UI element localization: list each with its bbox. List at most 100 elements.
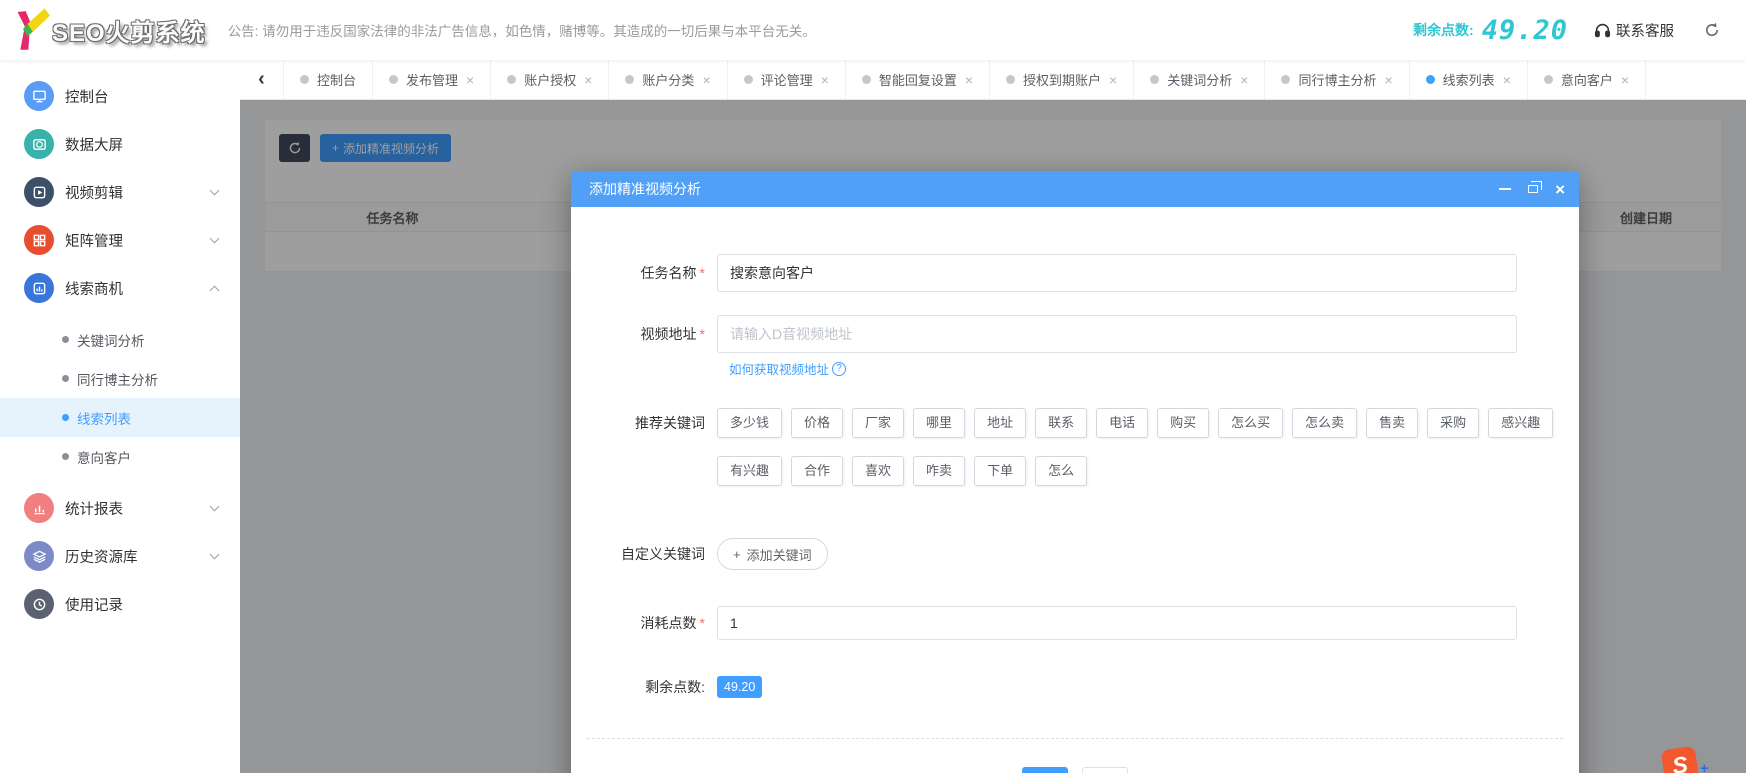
- minimize-icon[interactable]: [1499, 188, 1511, 190]
- chevron-down-icon: [210, 501, 220, 511]
- tab-dot-icon: [862, 75, 871, 84]
- tab-close-icon[interactable]: ×: [965, 73, 973, 87]
- tab-dot-icon: [1426, 75, 1435, 84]
- task-name-input[interactable]: [717, 254, 1517, 292]
- sidebar-item-statistics-report[interactable]: 统计报表: [0, 484, 240, 532]
- keyword-chip[interactable]: 有兴趣: [717, 456, 782, 486]
- how-to-get-video-url-link[interactable]: 如何获取视频地址 ?: [729, 359, 1579, 378]
- tab-label: 智能回复设置: [879, 70, 957, 89]
- sidebar-subitem-peer-blogger-analysis[interactable]: 同行博主分析: [0, 359, 240, 398]
- consume-points-label: 消耗点数*: [571, 613, 717, 633]
- sidebar-subitem-keyword-analysis[interactable]: 关键词分析: [0, 320, 240, 359]
- report-icon: [24, 493, 54, 523]
- refresh-icon: [1704, 22, 1720, 38]
- keyword-chip[interactable]: 厂家: [852, 408, 904, 438]
- tab-keyword-analysis[interactable]: 关键词分析 ×: [1134, 60, 1265, 99]
- sidebar-subitem-clue-list[interactable]: 线索列表: [0, 398, 240, 437]
- tab-close-icon[interactable]: ×: [1240, 73, 1248, 87]
- tab-intent-customers[interactable]: 意向客户 ×: [1528, 60, 1646, 99]
- keyword-chip[interactable]: 怎么买: [1218, 408, 1283, 438]
- tab-smart-reply-settings[interactable]: 智能回复设置 ×: [846, 60, 990, 99]
- confirm-button[interactable]: [1022, 767, 1068, 773]
- keyword-chip[interactable]: 多少钱: [717, 408, 782, 438]
- tab-close-icon[interactable]: ×: [1109, 73, 1117, 87]
- keyword-chip[interactable]: 下单: [974, 456, 1026, 486]
- bullet-icon: [62, 375, 69, 382]
- tab-close-icon[interactable]: ×: [1384, 73, 1392, 87]
- sidebar-item-label: 控制台: [65, 86, 218, 107]
- tabs-scroll-left-button[interactable]: ‹: [240, 60, 284, 99]
- tab-clue-list[interactable]: 线索列表 ×: [1410, 60, 1528, 99]
- sidebar-subitem-intent-customers[interactable]: 意向客户: [0, 437, 240, 476]
- close-icon[interactable]: ×: [1555, 181, 1565, 198]
- keyword-chip[interactable]: 电话: [1096, 408, 1148, 438]
- sidebar-item-video-editing[interactable]: 视频剪辑: [0, 168, 240, 216]
- sidebar-subitem-label: 线索列表: [77, 408, 131, 428]
- tab-publish-management[interactable]: 发布管理 ×: [373, 60, 491, 99]
- remaining-points-row: 剩余点数: 49.20: [571, 676, 1579, 698]
- contact-support-button[interactable]: 联系客服: [1594, 20, 1674, 41]
- tab-authorization-expired-accounts[interactable]: 授权到期账户 ×: [990, 60, 1134, 99]
- sidebar-item-clue-business[interactable]: 线索商机: [0, 264, 240, 312]
- keyword-chip[interactable]: 合作: [791, 456, 843, 486]
- tab-close-icon[interactable]: ×: [466, 73, 474, 87]
- floating-widget[interactable]: S +: [1663, 748, 1709, 773]
- sidebar-item-data-screen[interactable]: 数据大屏: [0, 120, 240, 168]
- tab-label: 关键词分析: [1167, 70, 1232, 89]
- app-title: SEO火剪系统: [52, 13, 206, 48]
- tab-close-icon[interactable]: ×: [1621, 73, 1629, 87]
- screenshot-tool-icon[interactable]: S: [1661, 746, 1699, 773]
- tab-account-authorization[interactable]: 账户授权 ×: [491, 60, 609, 99]
- keyword-chip[interactable]: 购买: [1157, 408, 1209, 438]
- keyword-chip[interactable]: 采购: [1427, 408, 1479, 438]
- keyword-chip[interactable]: 地址: [974, 408, 1026, 438]
- keyword-chip[interactable]: 咋卖: [913, 456, 965, 486]
- tab-close-icon[interactable]: ×: [584, 73, 592, 87]
- help-link-label: 如何获取视频地址: [729, 359, 829, 378]
- keyword-chip[interactable]: 感兴趣: [1488, 408, 1553, 438]
- question-mark-icon: ?: [832, 362, 846, 376]
- maximize-icon[interactable]: [1528, 185, 1538, 193]
- remaining-points-badge: 49.20: [717, 676, 762, 698]
- sidebar-item-label: 矩阵管理: [65, 230, 211, 251]
- video-edit-icon: [24, 177, 54, 207]
- page-refresh-button[interactable]: [1704, 22, 1720, 38]
- sidebar-item-label: 数据大屏: [65, 134, 218, 155]
- add-keyword-button[interactable]: + 添加关键词: [717, 538, 828, 570]
- tab-comment-management[interactable]: 评论管理 ×: [728, 60, 846, 99]
- sidebar-item-matrix-management[interactable]: 矩阵管理: [0, 216, 240, 264]
- chevron-up-icon: [210, 285, 220, 295]
- sidebar-item-history-resource-library[interactable]: 历史资源库: [0, 532, 240, 580]
- tab-account-category[interactable]: 账户分类 ×: [609, 60, 727, 99]
- tab-peer-blogger-analysis[interactable]: 同行博主分析 ×: [1265, 60, 1409, 99]
- video-url-input[interactable]: [717, 315, 1517, 353]
- tab-dot-icon: [1006, 75, 1015, 84]
- keyword-chip[interactable]: 价格: [791, 408, 843, 438]
- chevron-down-icon: [210, 185, 220, 195]
- keyword-chip[interactable]: 联系: [1035, 408, 1087, 438]
- dialog-footer: [571, 767, 1579, 773]
- tab-close-icon[interactable]: ×: [821, 73, 829, 87]
- chevron-down-icon: [210, 549, 220, 559]
- consume-points-input[interactable]: [717, 606, 1517, 640]
- tab-close-icon[interactable]: ×: [1503, 73, 1511, 87]
- cancel-button[interactable]: [1082, 767, 1128, 773]
- keyword-chip[interactable]: 哪里: [913, 408, 965, 438]
- keyword-chip[interactable]: 售卖: [1366, 408, 1418, 438]
- sidebar-item-label: 统计报表: [65, 498, 211, 519]
- dialog-header[interactable]: 添加精准视频分析 ×: [571, 171, 1579, 207]
- dashboard-icon: [24, 81, 54, 111]
- tab-dot-icon: [389, 75, 398, 84]
- tab-close-icon[interactable]: ×: [702, 73, 710, 87]
- tab-console[interactable]: 控制台: [284, 60, 373, 99]
- sidebar-item-console[interactable]: 控制台: [0, 72, 240, 120]
- custom-keywords-label: 自定义关键词: [571, 544, 717, 564]
- chevron-left-icon: ‹: [258, 68, 265, 91]
- keyword-chip[interactable]: 喜欢: [852, 456, 904, 486]
- keyword-chip[interactable]: 怎么: [1035, 456, 1087, 486]
- custom-keywords-row: 自定义关键词 + 添加关键词: [571, 538, 1579, 570]
- tab-label: 账户分类: [642, 70, 694, 89]
- keyword-chip[interactable]: 怎么卖: [1292, 408, 1357, 438]
- sidebar-item-usage-records[interactable]: 使用记录: [0, 580, 240, 628]
- required-asterisk: *: [700, 615, 705, 631]
